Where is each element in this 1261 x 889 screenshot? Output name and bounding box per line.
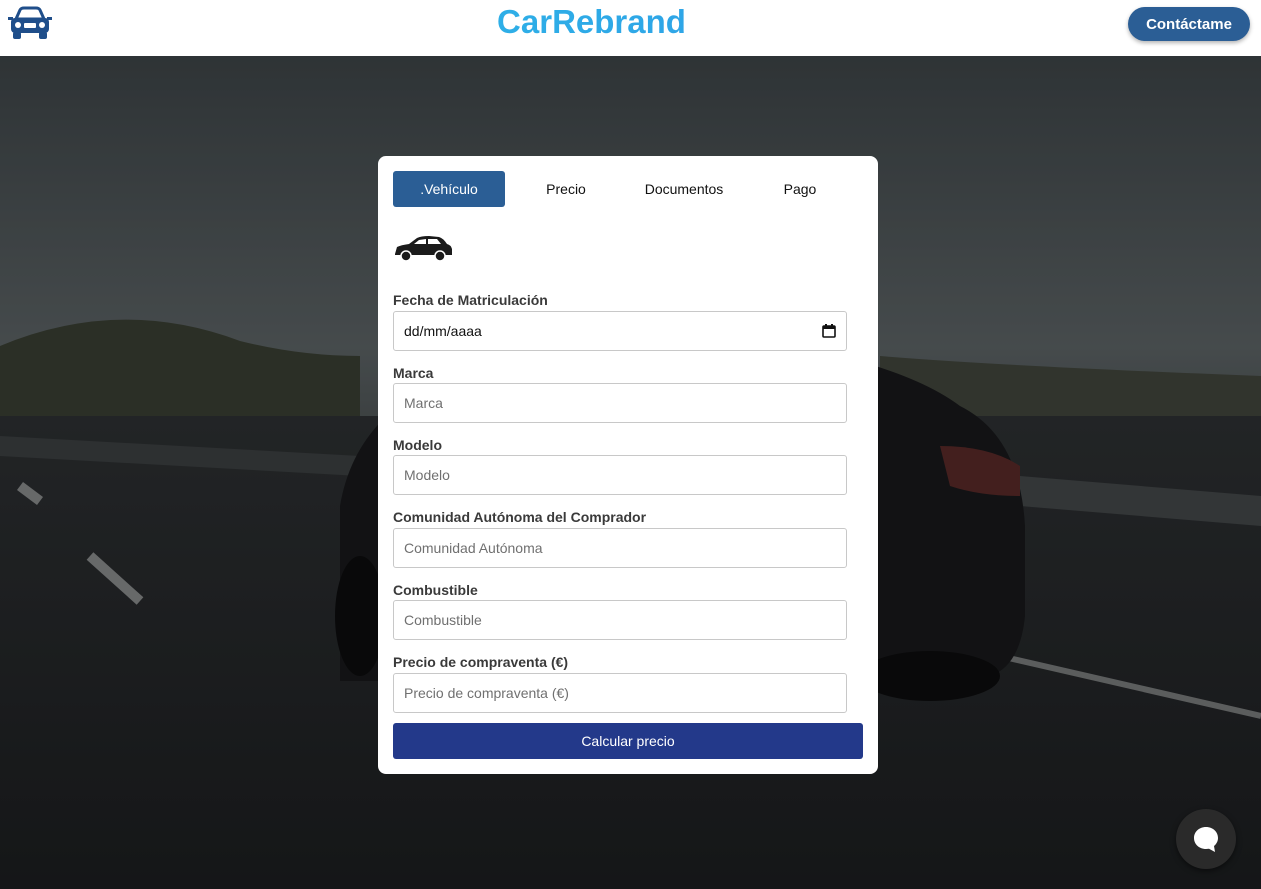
label-combustible: Combustible bbox=[393, 582, 478, 598]
label-precio-compraventa: Precio de compraventa (€) bbox=[393, 654, 569, 670]
label-fecha-matriculacion: Fecha de Matriculación bbox=[393, 292, 548, 308]
comunidad-autonoma-input[interactable] bbox=[393, 528, 847, 568]
calendar-icon[interactable] bbox=[822, 324, 836, 338]
step-tabs: .Vehículo Precio Documentos Pago bbox=[393, 171, 863, 207]
contact-button[interactable]: Contáctame bbox=[1128, 7, 1250, 41]
date-value: dd/mm/aaaa bbox=[404, 323, 482, 339]
calcular-precio-button[interactable]: Calcular precio bbox=[393, 723, 863, 759]
brand-title[interactable]: CarRebrand bbox=[0, 3, 1183, 41]
car-side-icon bbox=[395, 236, 452, 262]
fecha-matriculacion-input[interactable]: dd/mm/aaaa bbox=[393, 311, 847, 351]
label-comunidad-autonoma: Comunidad Autónoma del Comprador bbox=[393, 509, 647, 525]
tab-precio[interactable]: Precio bbox=[513, 171, 619, 207]
chat-bubble-icon bbox=[1194, 827, 1218, 852]
modelo-input[interactable] bbox=[393, 455, 847, 495]
tab-pago[interactable]: Pago bbox=[747, 171, 853, 207]
top-bar: CarRebrand Contáctame bbox=[0, 0, 1261, 56]
label-modelo: Modelo bbox=[393, 437, 442, 453]
chat-button[interactable] bbox=[1176, 809, 1236, 869]
marca-input[interactable] bbox=[393, 383, 847, 423]
vehicle-form-card: .Vehículo Precio Documentos Pago Fecha d… bbox=[378, 156, 878, 774]
tab-vehiculo[interactable]: .Vehículo bbox=[393, 171, 505, 207]
precio-compraventa-input[interactable] bbox=[393, 673, 847, 713]
tab-documentos[interactable]: Documentos bbox=[629, 171, 739, 207]
combustible-input[interactable] bbox=[393, 600, 847, 640]
label-marca: Marca bbox=[393, 365, 434, 381]
